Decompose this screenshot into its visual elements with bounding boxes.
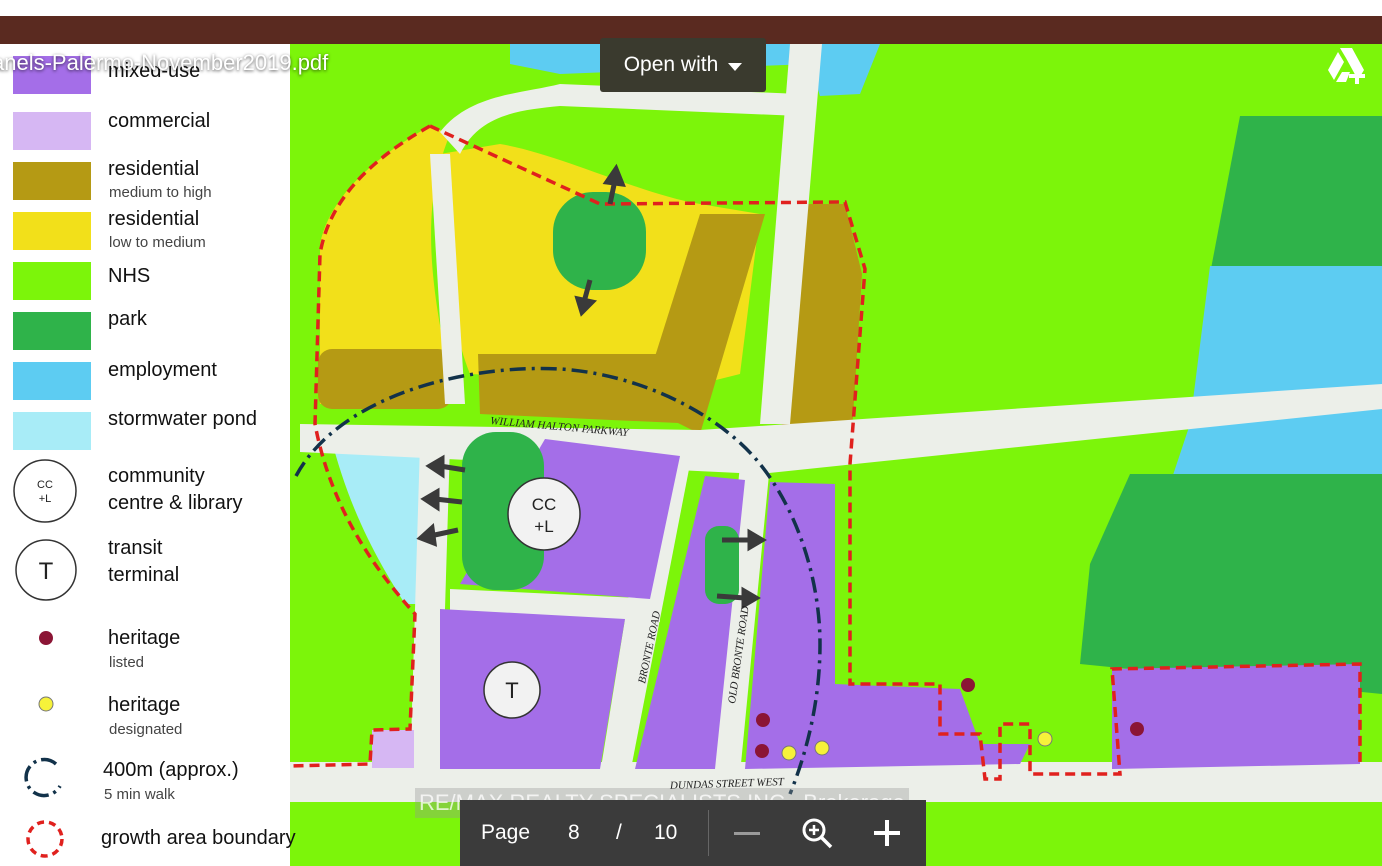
cc-marker-bottom: +L: [534, 517, 553, 536]
legend-heritage-designated-sub: designated: [109, 721, 183, 738]
current-page-input[interactable]: 8: [568, 821, 580, 845]
legend-stormwater: stormwater pond: [108, 408, 257, 430]
park-right: [1080, 474, 1382, 694]
open-with-button[interactable]: Open with: [600, 38, 766, 92]
plus-icon[interactable]: [868, 814, 906, 852]
swatch-residential-med: [13, 162, 91, 200]
legend-heritage-listed-dot: [39, 631, 53, 645]
legend-cc-symbol-top: CC: [37, 479, 53, 491]
pager-divider: [708, 810, 709, 856]
swatch-stormwater: [13, 412, 91, 450]
legend-residential-med-sub: medium to high: [109, 184, 212, 201]
zoom-out-icon[interactable]: [728, 814, 766, 852]
swatch-commercial: [13, 112, 91, 150]
legend-community-2: centre & library: [108, 492, 243, 514]
page-controls: Page 8 / 10: [460, 800, 926, 866]
add-to-drive-icon[interactable]: [1326, 46, 1368, 86]
legend-residential-low-sub: low to medium: [109, 234, 206, 251]
park-right-top: [1210, 116, 1382, 274]
mixed-use-far-east: [1112, 664, 1360, 769]
legend-cc-symbol-bottom: +L: [39, 493, 52, 505]
legend-residential-med: residential: [108, 158, 200, 180]
legend-walk-sub: 5 min walk: [104, 786, 175, 803]
legend-heritage-designated-dot: [38, 696, 54, 712]
legend-walk-symbol: [24, 757, 62, 798]
legend-residential-low: residential: [108, 208, 200, 230]
cc-library-marker: [507, 477, 581, 551]
cc-marker-top: CC: [532, 495, 557, 514]
legend-heritage-designated: heritage: [108, 694, 181, 716]
page-label: Page: [481, 821, 531, 844]
swatch-employment: [13, 362, 91, 400]
legend-boundary-symbol: [26, 820, 64, 858]
pdf-filename: anels-Palermo-November2019.pdf: [0, 50, 329, 75]
legend-employment: employment: [108, 359, 217, 381]
legend-commercial: commercial: [108, 110, 211, 132]
pdf-viewer: WILLIAM HALTON PARKWAY BRONTE ROAD OLD B…: [0, 38, 1382, 866]
legend-cc-symbol: CC +L: [13, 459, 77, 523]
swatch-park: [13, 312, 91, 350]
legend-park: park: [108, 308, 147, 330]
legend-transit-2: terminal: [108, 564, 180, 586]
land-use-map: WILLIAM HALTON PARKWAY BRONTE ROAD OLD B…: [0, 44, 1382, 866]
park-north: [553, 192, 646, 290]
swatch-residential-low: [13, 212, 91, 250]
transit-marker-label: T: [505, 678, 518, 703]
legend-nhs: NHS: [108, 265, 151, 287]
open-with-label: Open with: [623, 53, 719, 76]
residential-med-centre: [478, 354, 700, 424]
legend-transit-symbol-label: T: [39, 558, 54, 585]
legend-heritage-listed: heritage: [108, 627, 181, 649]
legend-boundary: growth area boundary: [101, 827, 296, 849]
caret-down-icon: [728, 62, 743, 71]
legend-heritage-listed-sub: listed: [109, 654, 145, 671]
commercial-block: [372, 730, 414, 768]
residential-med-west: [318, 349, 452, 409]
browser-bookmarks-strip: [0, 0, 1382, 16]
zoom-in-icon[interactable]: [798, 814, 836, 852]
legend-transit: transit: [108, 537, 163, 559]
legend-walk: 400m (approx.): [103, 759, 239, 781]
total-pages: 10: [654, 821, 678, 844]
legend-transit-symbol: T: [15, 539, 77, 601]
legend-community: community: [108, 465, 205, 487]
swatch-nhs: [13, 262, 91, 300]
page-separator: /: [616, 821, 622, 844]
